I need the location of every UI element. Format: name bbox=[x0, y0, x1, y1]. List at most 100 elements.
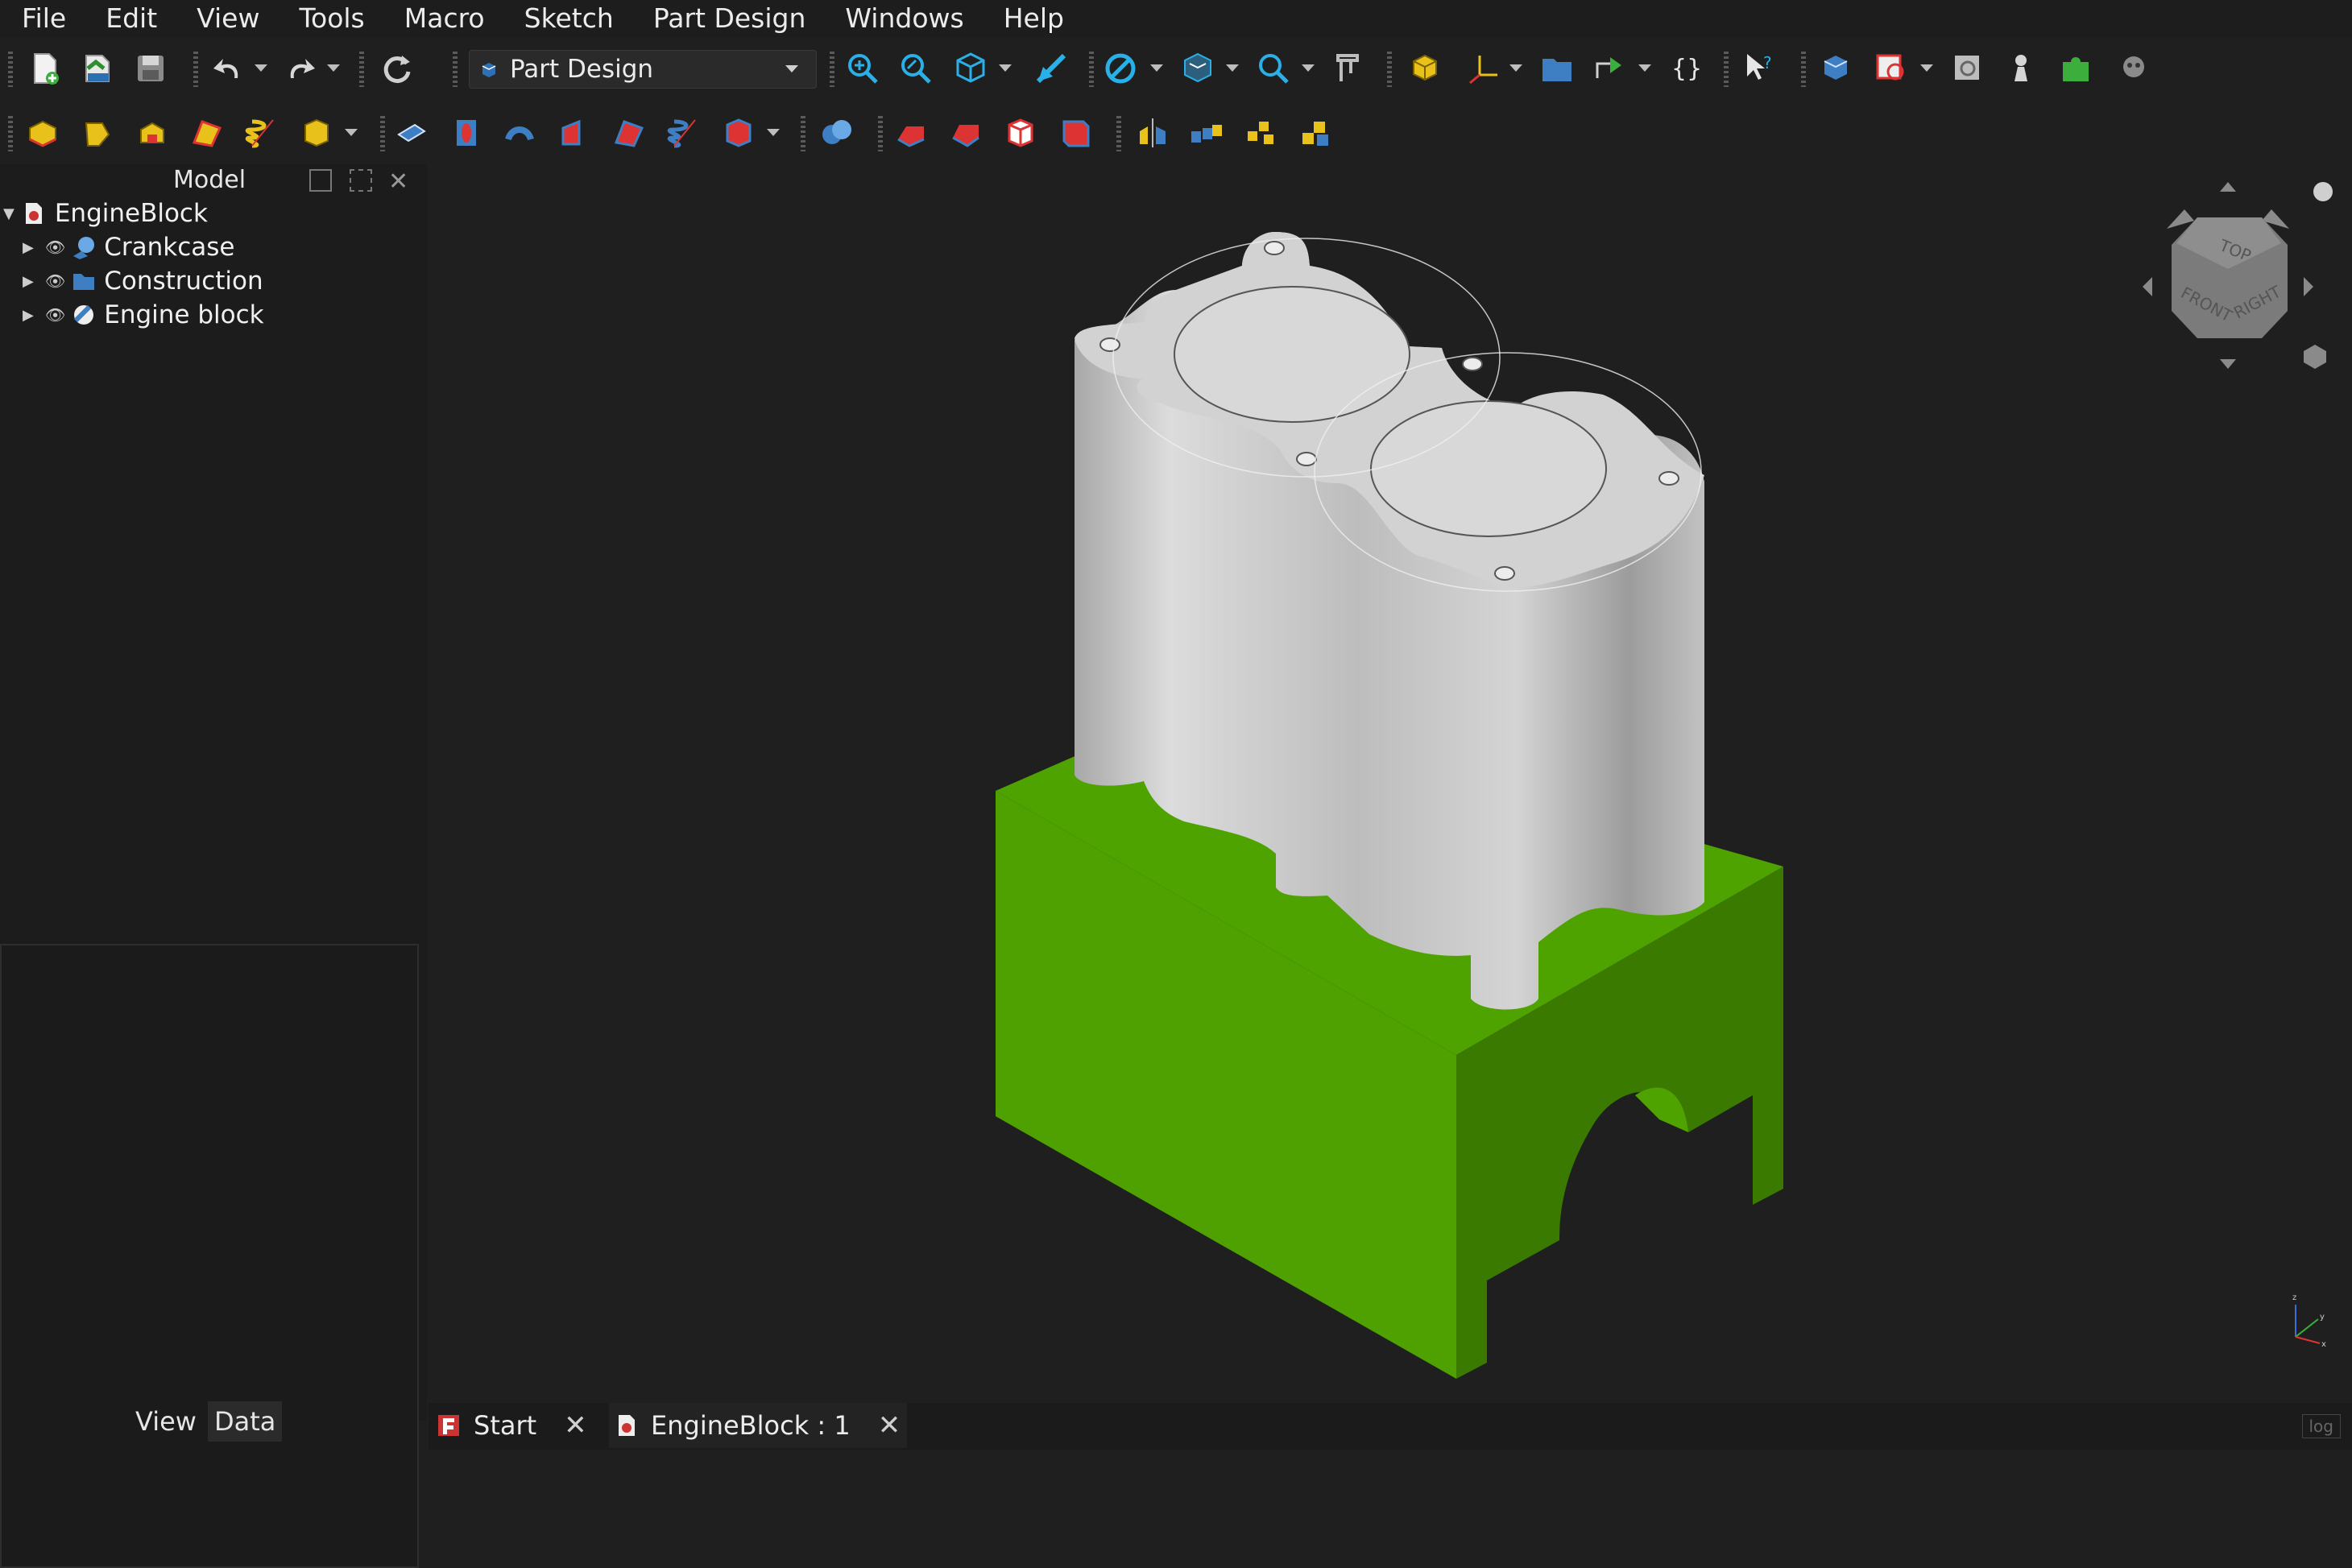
toolbar-grip[interactable] bbox=[801, 116, 805, 151]
addon-green-button[interactable] bbox=[2056, 48, 2096, 89]
redo-dropdown-caret[interactable] bbox=[327, 64, 340, 72]
visibility-eye-icon[interactable]: 👁 bbox=[45, 305, 65, 325]
subtractive-pipe-button[interactable] bbox=[609, 113, 649, 153]
variable-set-button[interactable]: {} bbox=[1666, 48, 1706, 89]
toolbar-grip[interactable] bbox=[453, 52, 458, 87]
pan-down-arrow-icon[interactable] bbox=[2220, 359, 2236, 369]
hole-button[interactable] bbox=[446, 113, 487, 153]
3d-viewport[interactable]: TOP FRONT RIGHT z y x bbox=[429, 164, 2352, 1403]
pocket-button[interactable] bbox=[391, 113, 432, 153]
menu-windows[interactable]: Windows bbox=[823, 0, 981, 37]
toolbar-grip[interactable] bbox=[193, 52, 198, 87]
close-icon[interactable]: ✕ bbox=[878, 1409, 901, 1442]
menu-sketch[interactable]: Sketch bbox=[503, 0, 631, 37]
additive-helix-button[interactable] bbox=[242, 113, 282, 153]
additive-loft-button[interactable] bbox=[132, 113, 172, 153]
view-dropdown-caret[interactable] bbox=[999, 64, 1012, 72]
tab-engineblock[interactable]: EngineBlock : 1 ✕ bbox=[609, 1403, 908, 1448]
collapse-arrow-icon[interactable]: ▼ bbox=[3, 205, 14, 222]
zoom-button[interactable] bbox=[1253, 48, 1294, 89]
linear-pattern-button[interactable] bbox=[1186, 113, 1226, 153]
tab-start[interactable]: Start ✕ bbox=[437, 1403, 587, 1448]
navigation-cube[interactable]: TOP FRONT RIGHT bbox=[2120, 172, 2338, 382]
tree-root-engineblock[interactable]: ▼ EngineBlock bbox=[0, 197, 208, 230]
redo-button[interactable] bbox=[280, 48, 321, 89]
expand-arrow-icon[interactable]: ▶ bbox=[23, 273, 34, 290]
whats-this-button[interactable]: ? bbox=[1738, 48, 1778, 89]
thickness-button[interactable] bbox=[1055, 113, 1095, 153]
toolbar-grip[interactable] bbox=[380, 116, 385, 151]
additive-primitive-button[interactable] bbox=[296, 113, 337, 153]
groove-button[interactable] bbox=[499, 113, 540, 153]
tab-data[interactable]: Data bbox=[208, 1401, 283, 1442]
zoom-dropdown-caret[interactable] bbox=[1302, 64, 1315, 72]
menu-file[interactable]: File bbox=[0, 0, 84, 37]
expand-arrow-icon[interactable]: ▶ bbox=[23, 307, 34, 324]
menu-edit[interactable]: Edit bbox=[84, 0, 175, 37]
subtractive-loft-button[interactable] bbox=[554, 113, 594, 153]
cylinder-bore-1[interactable] bbox=[1174, 286, 1410, 423]
tree-item-crankcase[interactable]: ▶ 👁 Crankcase bbox=[0, 230, 235, 264]
collapse-panel-button[interactable] bbox=[309, 169, 332, 192]
create-sketch-button[interactable] bbox=[1872, 48, 1912, 89]
toolbar-grip[interactable] bbox=[359, 52, 364, 87]
toolbar-grip[interactable] bbox=[878, 116, 883, 151]
toolbar-grip[interactable] bbox=[1724, 52, 1729, 87]
menu-view[interactable]: View bbox=[175, 0, 277, 37]
draft-button[interactable] bbox=[1000, 113, 1041, 153]
chamfer-button[interactable] bbox=[946, 113, 986, 153]
boolean-button[interactable] bbox=[817, 113, 857, 153]
visibility-eye-icon[interactable]: 👁 bbox=[45, 238, 65, 257]
subtractive-helix-button[interactable] bbox=[664, 113, 704, 153]
pan-left-arrow-icon[interactable] bbox=[2143, 277, 2152, 296]
save-button[interactable] bbox=[130, 48, 171, 89]
cylinder-bore-2[interactable] bbox=[1370, 400, 1607, 537]
additive-primitive-dropdown-caret[interactable] bbox=[345, 129, 358, 136]
measure-tool-button[interactable] bbox=[1031, 48, 1071, 89]
report-log-indicator[interactable]: log bbox=[2301, 1414, 2341, 1438]
toolbar-grip[interactable] bbox=[830, 52, 834, 87]
tab-view[interactable]: View bbox=[129, 1401, 203, 1442]
model-canvas[interactable] bbox=[429, 164, 2352, 1403]
validate-sketch-button[interactable] bbox=[1948, 48, 1988, 89]
toolbar-grip[interactable] bbox=[8, 116, 13, 151]
undo-button[interactable] bbox=[208, 48, 248, 89]
toolbar-grip[interactable] bbox=[1387, 52, 1392, 87]
measure-distance-button[interactable] bbox=[1327, 48, 1368, 89]
toolbar-grip[interactable] bbox=[1116, 116, 1121, 151]
new-document-button[interactable] bbox=[24, 48, 64, 89]
close-panel-icon[interactable]: ✕ bbox=[388, 168, 408, 196]
create-body-button[interactable] bbox=[1816, 48, 1856, 89]
draw-style-dropdown-caret[interactable] bbox=[1150, 64, 1163, 72]
toolbar-grip[interactable] bbox=[1801, 52, 1806, 87]
pan-up-arrow-icon[interactable] bbox=[2220, 182, 2236, 192]
std-views-dropdown-caret[interactable] bbox=[1226, 64, 1239, 72]
subtractive-primitive-button[interactable] bbox=[718, 113, 759, 153]
property-editor[interactable] bbox=[0, 944, 419, 1568]
undo-dropdown-caret[interactable] bbox=[255, 64, 267, 72]
fit-selection-button[interactable] bbox=[896, 48, 936, 89]
check-geometry-button[interactable] bbox=[2001, 48, 2041, 89]
visibility-eye-icon[interactable]: 👁 bbox=[45, 271, 65, 291]
pad-button[interactable] bbox=[23, 113, 63, 153]
datum-dropdown-caret[interactable] bbox=[1509, 64, 1522, 72]
refresh-button[interactable] bbox=[375, 48, 416, 89]
create-group-button[interactable] bbox=[1537, 48, 1577, 89]
view-menu-icon[interactable] bbox=[2313, 182, 2333, 201]
menu-macro[interactable]: Macro bbox=[383, 0, 503, 37]
menu-part-design[interactable]: Part Design bbox=[631, 0, 824, 37]
expand-arrow-icon[interactable]: ▶ bbox=[23, 239, 34, 256]
draw-style-button[interactable] bbox=[1100, 48, 1141, 89]
mirrored-button[interactable] bbox=[1133, 113, 1173, 153]
polar-pattern-button[interactable] bbox=[1240, 113, 1281, 153]
mini-cube-icon[interactable] bbox=[2304, 345, 2326, 369]
create-part-button[interactable] bbox=[1405, 48, 1445, 89]
open-document-button[interactable] bbox=[77, 48, 118, 89]
additive-pipe-button[interactable] bbox=[187, 113, 227, 153]
sketch-dropdown-caret[interactable] bbox=[1920, 64, 1933, 72]
std-views-button[interactable] bbox=[1178, 48, 1218, 89]
pan-right-arrow-icon[interactable] bbox=[2304, 277, 2313, 296]
float-panel-button[interactable] bbox=[350, 169, 372, 192]
fillet-button[interactable] bbox=[891, 113, 931, 153]
fit-all-button[interactable] bbox=[843, 48, 883, 89]
